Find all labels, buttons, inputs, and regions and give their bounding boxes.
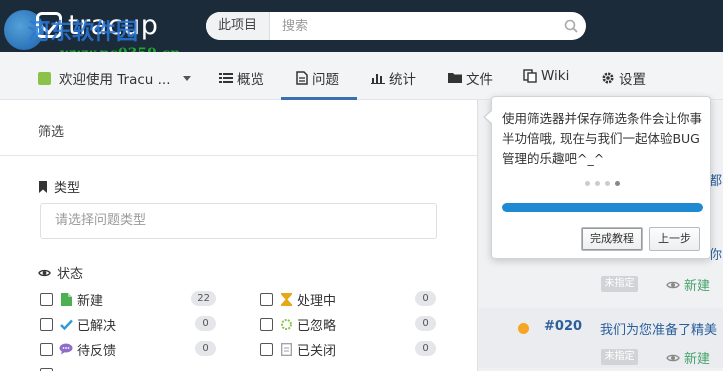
issue-type-select[interactable]: 请选择问题类型 [40, 203, 437, 239]
type-section-title: 类型 [38, 177, 80, 196]
tab-label: 文件 [466, 72, 493, 88]
logo-text: tracup [68, 9, 159, 41]
logo-icon [36, 12, 62, 38]
status-text: 新建 [684, 352, 711, 367]
step-dot [595, 181, 600, 186]
closed-icon [279, 342, 293, 356]
eye-icon [666, 354, 680, 361]
tab-overview[interactable]: 概览 [219, 68, 264, 88]
project-name: 欢迎使用 Tracu ... [59, 72, 171, 88]
status-name: 已忽略 [297, 318, 337, 334]
status-name: 待反馈 [77, 343, 117, 359]
count-badge: 0 [195, 341, 216, 356]
issue-id[interactable]: #020 [544, 319, 582, 334]
file-icon [59, 292, 73, 306]
status-filter-new[interactable]: 新建 22 [40, 290, 216, 309]
search-icon[interactable] [556, 19, 586, 33]
tutorial-text: 使用筛选器并保存筛选条件会让你事半功倍哦, 现在与我们一起体验BUG管理的乐趣吧… [502, 111, 703, 166]
tab-stats[interactable]: 统计 [371, 68, 416, 88]
tab-label: 概览 [237, 72, 264, 88]
priority-dot [518, 323, 529, 334]
bookmark-icon [39, 180, 47, 193]
status-name: 新建 [77, 293, 104, 309]
gear-icon [602, 72, 614, 84]
step-dot [585, 181, 590, 186]
tutorial-popover: 使用筛选器并保存筛选条件会让你事半功倍哦, 现在与我们一起体验BUG管理的乐趣吧… [483, 96, 711, 259]
count-badge: 0 [195, 316, 216, 331]
count-badge: 0 [415, 316, 436, 331]
chevron-down-icon [182, 75, 191, 81]
step-indicator [585, 181, 620, 186]
progress-fill [502, 203, 703, 212]
status-checkbox[interactable] [260, 292, 273, 306]
step-dot [605, 181, 610, 186]
status-section-title: 状态 [38, 263, 83, 282]
tab-settings[interactable]: 设置 [601, 68, 646, 88]
status-filter-resolved[interactable]: 已解决 0 [40, 315, 216, 334]
status-checkbox[interactable] [260, 317, 273, 331]
count-badge: 0 [415, 341, 436, 356]
top-header: tracup 河东软件园 此项目 [0, 0, 723, 52]
issue-icon [296, 71, 308, 85]
list-item[interactable]: #020 我们为您准备了精美 未指定 新建 [479, 308, 723, 368]
tab-label: Wiki [541, 68, 570, 84]
status-filter-in-progress[interactable]: 处理中 0 [260, 290, 436, 309]
bar-chart-icon [371, 74, 385, 84]
status-filter-ignored[interactable]: 已忽略 0 [260, 315, 436, 334]
app-logo[interactable]: tracup [36, 8, 158, 42]
status-name: 已解决 [77, 318, 117, 334]
status-checkbox[interactable] [40, 317, 53, 331]
status-name: 处理中 [297, 293, 337, 309]
tab-issues[interactable]: 问题 [296, 68, 339, 88]
search-input[interactable] [270, 12, 556, 40]
assignee-badge: 未指定 [601, 349, 638, 365]
tab-wiki[interactable]: Wiki [523, 68, 569, 84]
finish-tutorial-button[interactable]: 完成教程 [581, 227, 643, 251]
status-checkbox[interactable] [40, 292, 53, 306]
project-selector[interactable]: 欢迎使用 Tracu ... [38, 68, 191, 88]
status-checkbox[interactable] [40, 367, 53, 371]
tab-label: 统计 [389, 72, 416, 88]
type-label: 类型 [54, 181, 81, 196]
status-checkbox[interactable] [260, 342, 273, 356]
tab-label: 问题 [312, 72, 339, 88]
status-label: 状态 [57, 267, 84, 282]
status-text: 新建 [684, 279, 711, 294]
count-badge: 0 [415, 291, 436, 306]
issue-title[interactable]: 我们为您准备了精美 [600, 319, 723, 338]
tutorial-progress-bar [502, 203, 703, 212]
status-filter-partial[interactable] [40, 365, 216, 371]
check-icon [59, 317, 73, 331]
chat-icon [59, 342, 73, 356]
list-icon [219, 73, 233, 83]
eye-icon [38, 269, 51, 276]
sun-icon [279, 317, 293, 331]
project-nav: 欢迎使用 Tracu ... 概览 问题 统计 文件 Wiki 设置 [0, 52, 723, 100]
hourglass-icon [279, 292, 293, 306]
search-scope[interactable]: 此项目 [206, 12, 271, 40]
tab-label: 设置 [619, 72, 646, 88]
status-filter-closed[interactable]: 已关闭 0 [260, 340, 436, 359]
filter-panel: 筛选 类型 请选择问题类型 状态 新建 22 处理中 0 已解决 0 已忽略 0… [0, 100, 478, 371]
filter-title: 筛选 [0, 100, 477, 156]
previous-step-button[interactable]: 上一步 [649, 227, 700, 251]
count-badge: 22 [191, 291, 216, 306]
status-name: 已关闭 [297, 343, 337, 359]
eye-icon [666, 281, 680, 288]
status-link[interactable]: 新建 [666, 275, 710, 294]
copy-icon [523, 69, 537, 83]
status-checkbox[interactable] [40, 342, 53, 356]
status-filter-feedback[interactable]: 待反馈 0 [40, 340, 216, 359]
tab-files[interactable]: 文件 [448, 68, 493, 88]
search-bar: 此项目 [206, 12, 586, 40]
project-color-icon [38, 71, 51, 85]
step-dot-active [615, 181, 620, 186]
folder-icon [448, 73, 462, 83]
status-link[interactable]: 新建 [666, 348, 710, 367]
assignee-badge: 未指定 [601, 276, 638, 292]
